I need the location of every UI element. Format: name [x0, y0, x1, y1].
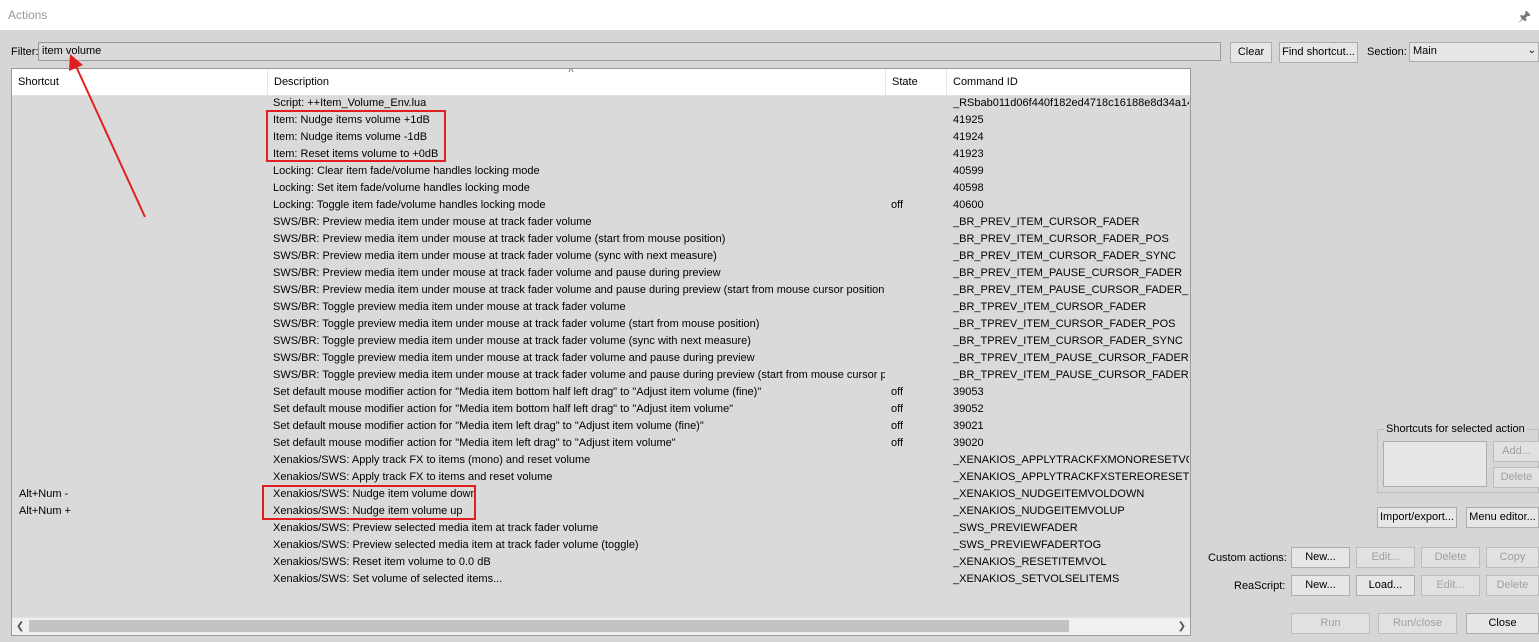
custom-actions-label: Custom actions:	[1208, 552, 1287, 564]
reascript-new-button[interactable]: New...	[1291, 575, 1350, 596]
pin-icon[interactable]: 🖈	[1518, 6, 1531, 30]
run-close-button[interactable]: Run/close	[1378, 613, 1457, 634]
close-button[interactable]: Close	[1466, 613, 1539, 634]
shortcuts-group: Shortcuts for selected action Add... Del…	[1377, 423, 1539, 493]
custom-edit-button[interactable]: Edit...	[1356, 547, 1415, 568]
custom-delete-button[interactable]: Delete	[1421, 547, 1480, 568]
actions-dialog: Filter: item volume Clear Find shortcut.…	[0, 30, 1539, 642]
reascript-load-button[interactable]: Load...	[1356, 575, 1415, 596]
shortcuts-group-title: Shortcuts for selected action	[1384, 423, 1527, 435]
menu-editor-button[interactable]: Menu editor...	[1466, 507, 1539, 528]
delete-shortcut-button[interactable]: Delete	[1493, 467, 1539, 488]
shortcuts-list[interactable]	[1383, 441, 1487, 487]
run-button[interactable]: Run	[1291, 613, 1370, 634]
reascript-label: ReaScript:	[1234, 580, 1286, 592]
window-title: Actions	[8, 8, 48, 22]
arrow-line	[74, 63, 146, 218]
reascript-edit-button[interactable]: Edit...	[1421, 575, 1480, 596]
custom-copy-button[interactable]: Copy	[1486, 547, 1539, 568]
title-bar: Actions 🖈	[0, 0, 1539, 30]
add-shortcut-button[interactable]: Add...	[1493, 441, 1539, 462]
custom-new-button[interactable]: New...	[1291, 547, 1350, 568]
reascript-delete-button[interactable]: Delete	[1486, 575, 1539, 596]
import-export-button[interactable]: Import/export...	[1377, 507, 1457, 528]
